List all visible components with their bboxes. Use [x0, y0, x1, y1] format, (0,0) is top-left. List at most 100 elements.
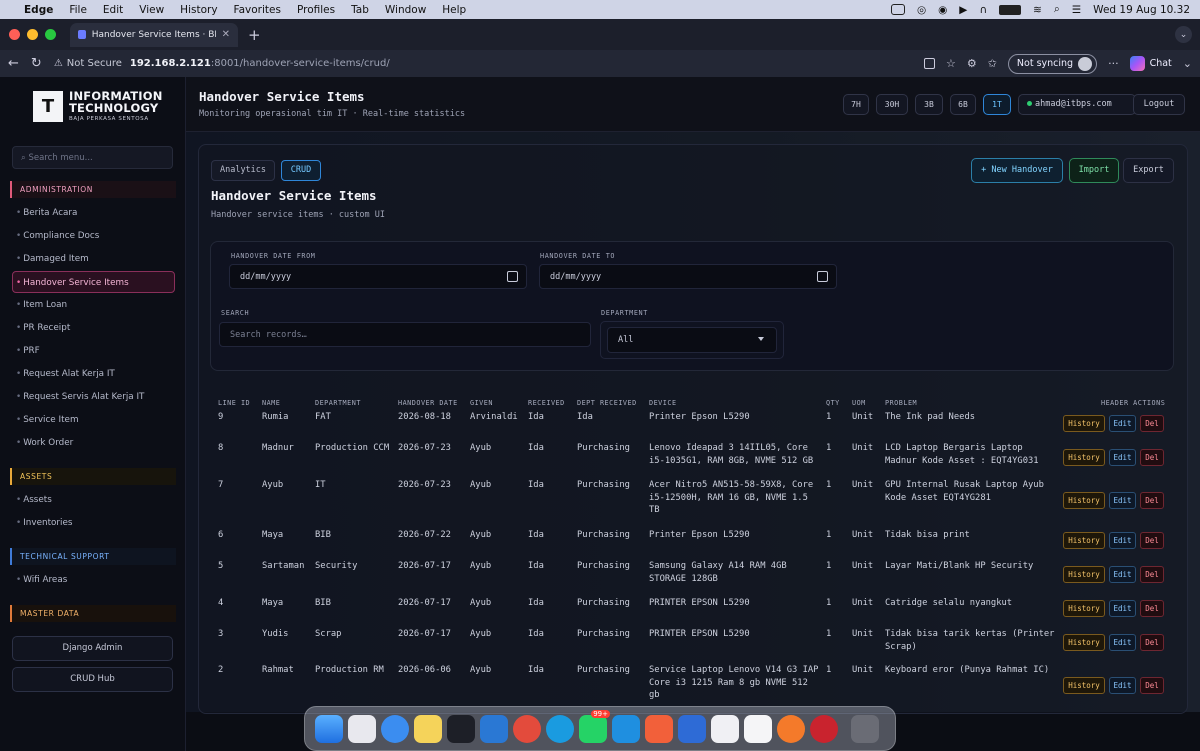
menu-profiles[interactable]: Profiles: [297, 4, 335, 16]
range-7h-button[interactable]: 7H: [843, 94, 869, 115]
delete-button[interactable]: Del: [1140, 492, 1164, 509]
preview-icon[interactable]: [711, 714, 739, 743]
delete-button[interactable]: Del: [1140, 415, 1164, 432]
back-arrow-icon[interactable]: ←: [8, 56, 19, 71]
screen-mirror-icon[interactable]: [890, 4, 905, 15]
close-window-button[interactable]: [9, 29, 20, 40]
sidebar-item-service-item[interactable]: Service Item: [16, 415, 78, 425]
trash-icon[interactable]: [851, 714, 879, 743]
headphones-icon[interactable]: ∩: [979, 4, 987, 16]
range-30h-button[interactable]: 30H: [876, 94, 908, 115]
edit-button[interactable]: Edit: [1109, 532, 1136, 549]
edit-button[interactable]: Edit: [1109, 600, 1136, 617]
menu-app-name[interactable]: Edge: [24, 4, 53, 16]
sidebar-item-compliance-docs[interactable]: Compliance Docs: [16, 231, 99, 241]
browser-tab-active[interactable]: Handover Service Items · BPS IT ✕: [70, 22, 238, 47]
focus-icon[interactable]: ◉: [938, 4, 947, 16]
favorite-star-icon[interactable]: ☆: [946, 57, 956, 70]
django-admin-button[interactable]: Django Admin: [12, 636, 173, 661]
reload-icon[interactable]: ↻: [31, 56, 42, 71]
sidebar-item-damaged-item[interactable]: Damaged Item: [16, 254, 89, 264]
edit-button[interactable]: Edit: [1109, 634, 1136, 651]
brand-logo[interactable]: T INFORMATION TECHNOLOGY BAJA PERKASA SE…: [33, 90, 163, 122]
history-button[interactable]: History: [1063, 677, 1105, 694]
chrome-icon[interactable]: [513, 714, 541, 743]
control-center-icon[interactable]: ☰: [1072, 4, 1081, 16]
close-tab-icon[interactable]: ✕: [222, 29, 230, 40]
col-line-id[interactable]: LINE ID: [218, 399, 250, 407]
section-technical-support[interactable]: TECHNICAL SUPPORT: [10, 548, 176, 565]
edit-button[interactable]: Edit: [1109, 492, 1136, 509]
crud-hub-button[interactable]: CRUD Hub: [12, 667, 173, 692]
date-from-input[interactable]: dd/mm/yyyy: [229, 264, 527, 289]
section-assets[interactable]: ASSETS: [10, 468, 176, 485]
play-icon[interactable]: ▶: [959, 4, 967, 16]
chevron-down-icon[interactable]: ⌄: [1183, 57, 1192, 70]
tab-analytics[interactable]: Analytics: [211, 160, 275, 181]
extensions-icon[interactable]: ⚙: [967, 57, 977, 70]
section-master-data[interactable]: MASTER DATA: [10, 605, 176, 622]
sidebar-item-pr-receipt[interactable]: PR Receipt: [16, 323, 70, 333]
new-handover-button[interactable]: + New Handover: [971, 158, 1063, 183]
delete-button[interactable]: Del: [1140, 677, 1164, 694]
sidebar-item-item-loan[interactable]: Item Loan: [16, 300, 67, 310]
export-button[interactable]: Export: [1123, 158, 1174, 183]
edit-button[interactable]: Edit: [1109, 566, 1136, 583]
battery-icon[interactable]: [999, 4, 1022, 15]
menu-window[interactable]: Window: [385, 4, 426, 16]
col-given[interactable]: GIVEN: [470, 399, 493, 407]
whatsapp-icon[interactable]: 99+: [579, 709, 610, 743]
col-qty[interactable]: QTY: [826, 399, 840, 407]
edit-button[interactable]: Edit: [1109, 677, 1136, 694]
col-received[interactable]: RECEIVED: [528, 399, 565, 407]
menu-file[interactable]: File: [69, 4, 87, 16]
delete-button[interactable]: Del: [1140, 634, 1164, 651]
warning-icon[interactable]: ⚠: [54, 58, 63, 69]
spotlight-icon[interactable]: ⌕: [1054, 3, 1060, 16]
delete-button[interactable]: Del: [1140, 449, 1164, 466]
airdrop-icon[interactable]: ◎: [917, 4, 926, 16]
terminal-icon[interactable]: [447, 714, 475, 743]
history-button[interactable]: History: [1063, 566, 1105, 583]
finder-icon[interactable]: [315, 714, 343, 743]
delete-button[interactable]: Del: [1140, 566, 1164, 583]
tab-crud[interactable]: CRUD: [281, 160, 321, 181]
edit-button[interactable]: Edit: [1109, 415, 1136, 432]
table-row[interactable]: 7 Ayub IT 2026-07-23 Ayub Ida Purchasing Acer N…: [199, 479, 1189, 519]
table-row[interactable]: 3 Yudis Scrap 2026-07-17 Ayub Ida Purchasing PR…: [199, 628, 1189, 668]
range-1t-button[interactable]: 1T: [983, 94, 1011, 115]
table-row[interactable]: 2 Rahmat Production RM 2026-06-06 Ayub Ida Pur…: [199, 664, 1189, 704]
menu-history[interactable]: History: [180, 4, 217, 16]
pencil-app-icon[interactable]: [645, 714, 673, 743]
sidebar-item-prf[interactable]: PRF: [16, 346, 39, 356]
col-department[interactable]: DEPARTMENT: [315, 399, 361, 407]
col-device[interactable]: DEVICE: [649, 399, 677, 407]
delete-button[interactable]: Del: [1140, 532, 1164, 549]
section-administration[interactable]: ADMINISTRATION: [10, 181, 176, 198]
range-3b-button[interactable]: 3B: [915, 94, 943, 115]
db-app-icon[interactable]: [810, 714, 838, 743]
menu-view[interactable]: View: [139, 4, 164, 16]
more-menu-icon[interactable]: ···: [1108, 57, 1119, 70]
sidebar-item-berita-acara[interactable]: Berita Acara: [16, 208, 77, 218]
history-button[interactable]: History: [1063, 532, 1105, 549]
menu-tab[interactable]: Tab: [351, 4, 369, 16]
hoppscotch-icon[interactable]: [744, 714, 772, 743]
wifi-icon[interactable]: ≋: [1033, 4, 1042, 16]
col-dept-received[interactable]: DEPT RECEIVED: [577, 399, 637, 407]
sidebar-item-assets[interactable]: Assets: [16, 495, 52, 505]
col-handover-date[interactable]: HANDOVER DATE: [398, 399, 458, 407]
sidebar-item-request-servis[interactable]: Request Servis Alat Kerja IT: [16, 392, 144, 402]
col-problem[interactable]: PROBLEM: [885, 399, 917, 407]
menu-edit[interactable]: Edit: [103, 4, 123, 16]
table-row[interactable]: 5 Sartaman Security 2026-07-17 Ayub Ida Purcha…: [199, 560, 1189, 600]
menu-favorites[interactable]: Favorites: [234, 4, 281, 16]
reader-mode-icon[interactable]: [923, 58, 935, 69]
import-button[interactable]: Import: [1069, 158, 1119, 183]
menu-help[interactable]: Help: [442, 4, 466, 16]
edge-icon[interactable]: [546, 714, 574, 743]
history-button[interactable]: History: [1063, 634, 1105, 651]
launchpad-icon[interactable]: [348, 714, 376, 743]
calendar-icon[interactable]: [817, 271, 828, 282]
sync-profile-button[interactable]: Not syncing: [1007, 53, 1098, 74]
